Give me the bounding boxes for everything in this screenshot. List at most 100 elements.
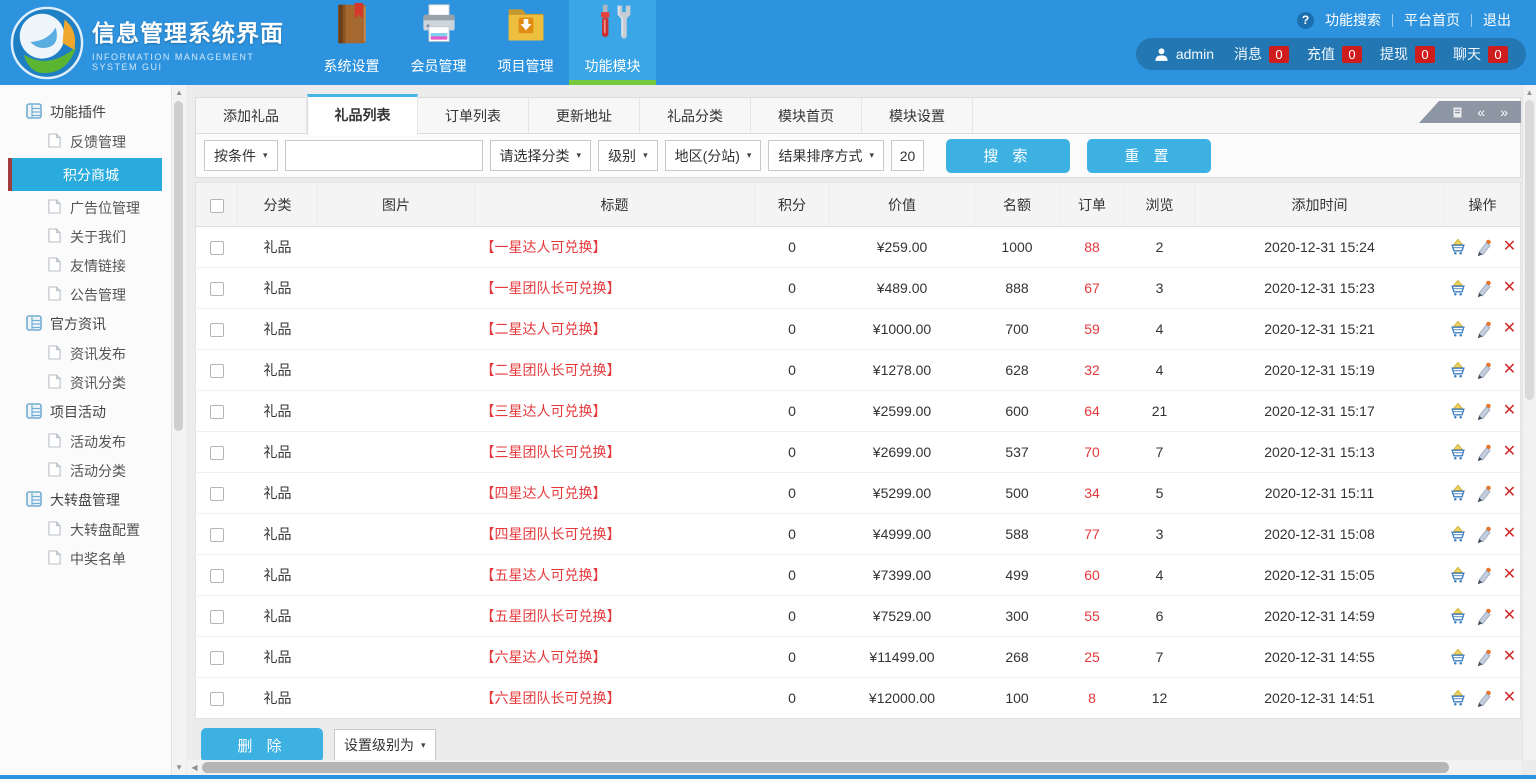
row-checkbox[interactable]	[210, 446, 224, 460]
sidebar-group-1[interactable]: 功能插件	[0, 97, 171, 127]
scroll-up-icon[interactable]: ▲	[1523, 88, 1536, 97]
delete-icon[interactable]: ✕	[1501, 238, 1519, 256]
row-checkbox[interactable]	[210, 487, 224, 501]
scroll-tabs-left-icon[interactable]: «	[1477, 105, 1485, 119]
sidebar-item[interactable]: 公告管理	[0, 280, 171, 309]
row-checkbox[interactable]	[210, 364, 224, 378]
sidebar-item[interactable]: 反馈管理	[0, 127, 171, 156]
scroll-down-icon[interactable]: ▼	[172, 763, 186, 772]
sidebar-group-4[interactable]: 大转盘管理	[0, 485, 171, 515]
top-link-logout[interactable]: 退出	[1483, 10, 1511, 30]
cart-icon[interactable]	[1449, 525, 1467, 543]
reset-button[interactable]: 重 置	[1087, 139, 1211, 173]
row-checkbox[interactable]	[210, 282, 224, 296]
sidebar-item[interactable]: 友情链接	[0, 251, 171, 280]
category-select[interactable]: 请选择分类▾	[490, 140, 592, 171]
select-all-checkbox[interactable]	[210, 199, 224, 213]
cart-icon[interactable]	[1449, 484, 1467, 502]
cell-title[interactable]: 【一星团队长可兑换】	[475, 268, 755, 309]
cell-title[interactable]: 【四星达人可兑换】	[475, 473, 755, 514]
search-button[interactable]: 搜 索	[946, 139, 1070, 173]
edit-icon[interactable]	[1475, 566, 1493, 584]
edit-icon[interactable]	[1475, 402, 1493, 420]
sidebar-item[interactable]: 中奖名单	[0, 544, 171, 573]
cart-icon[interactable]	[1449, 238, 1467, 256]
scroll-tabs-right-icon[interactable]: »	[1500, 105, 1508, 119]
row-checkbox[interactable]	[210, 651, 224, 665]
row-checkbox[interactable]	[210, 610, 224, 624]
delete-icon[interactable]: ✕	[1501, 320, 1519, 338]
cell-title[interactable]: 【二星达人可兑换】	[475, 309, 755, 350]
cell-title[interactable]: 【三星团队长可兑换】	[475, 432, 755, 473]
cart-icon[interactable]	[1449, 402, 1467, 420]
cell-title[interactable]: 【三星达人可兑换】	[475, 391, 755, 432]
tab-5[interactable]: 礼品分类	[640, 98, 751, 133]
row-checkbox[interactable]	[210, 241, 224, 255]
vertical-scrollbar[interactable]: ▲	[1522, 85, 1536, 760]
vertical-scrollbar-thumb[interactable]	[1525, 100, 1534, 400]
tab-3[interactable]: 订单列表	[418, 98, 529, 133]
row-checkbox[interactable]	[210, 528, 224, 542]
delete-icon[interactable]: ✕	[1501, 607, 1519, 625]
row-checkbox[interactable]	[210, 323, 224, 337]
sidebar-item[interactable]: 资讯发布	[0, 339, 171, 368]
top-link-platform-home[interactable]: 平台首页	[1404, 10, 1460, 30]
tab-4[interactable]: 更新地址	[529, 98, 640, 133]
sidebar-group-2[interactable]: 官方资讯	[0, 309, 171, 339]
delete-button[interactable]: 删 除	[201, 728, 323, 762]
edit-icon[interactable]	[1475, 607, 1493, 625]
region-select[interactable]: 地区(分站)▾	[665, 140, 762, 171]
delete-icon[interactable]: ✕	[1501, 484, 1519, 502]
tab-6[interactable]: 模块首页	[751, 98, 862, 133]
edit-icon[interactable]	[1475, 279, 1493, 297]
set-level-select[interactable]: 设置级别为▾	[334, 729, 436, 762]
nav-item-member-management[interactable]: 会员管理	[395, 0, 482, 85]
edit-icon[interactable]	[1475, 361, 1493, 379]
cart-icon[interactable]	[1449, 361, 1467, 379]
condition-select[interactable]: 按条件▾	[204, 140, 278, 171]
cell-title[interactable]: 【五星团队长可兑换】	[475, 596, 755, 637]
cart-icon[interactable]	[1449, 320, 1467, 338]
cart-icon[interactable]	[1449, 689, 1467, 707]
cell-title[interactable]: 【六星团队长可兑换】	[475, 678, 755, 719]
cell-title[interactable]: 【六星达人可兑换】	[475, 637, 755, 678]
tab-2[interactable]: 礼品列表	[307, 94, 418, 135]
cart-icon[interactable]	[1449, 566, 1467, 584]
question-icon[interactable]: ?	[1297, 12, 1314, 29]
delete-icon[interactable]: ✕	[1501, 525, 1519, 543]
horizontal-scrollbar[interactable]: ◀	[187, 760, 1521, 775]
stat-label[interactable]: 充值	[1307, 44, 1335, 64]
recharge-count-badge[interactable]: 0	[1342, 46, 1362, 63]
cart-icon[interactable]	[1449, 279, 1467, 297]
edit-icon[interactable]	[1475, 525, 1493, 543]
chat-count-badge[interactable]: 0	[1488, 46, 1508, 63]
tab-7[interactable]: 模块设置	[862, 98, 973, 133]
edit-icon[interactable]	[1475, 648, 1493, 666]
delete-icon[interactable]: ✕	[1501, 402, 1519, 420]
cell-title[interactable]: 【一星达人可兑换】	[475, 227, 755, 268]
scroll-left-icon[interactable]: ◀	[187, 763, 202, 772]
sidebar-scrollbar-thumb[interactable]	[174, 101, 183, 431]
level-select[interactable]: 级别▾	[598, 140, 658, 171]
row-checkbox[interactable]	[210, 569, 224, 583]
cell-title[interactable]: 【四星团队长可兑换】	[475, 514, 755, 555]
tab-list-icon[interactable]	[1453, 107, 1462, 118]
sidebar-item[interactable]: 积分商城	[8, 158, 162, 191]
top-link-function-search[interactable]: 功能搜索	[1325, 10, 1381, 30]
edit-icon[interactable]	[1475, 484, 1493, 502]
sidebar-item[interactable]: 活动发布	[0, 427, 171, 456]
delete-icon[interactable]: ✕	[1501, 566, 1519, 584]
delete-icon[interactable]: ✕	[1501, 443, 1519, 461]
sidebar-item[interactable]: 活动分类	[0, 456, 171, 485]
edit-icon[interactable]	[1475, 238, 1493, 256]
delete-icon[interactable]: ✕	[1501, 361, 1519, 379]
cell-title[interactable]: 【五星达人可兑换】	[475, 555, 755, 596]
cell-title[interactable]: 【二星团队长可兑换】	[475, 350, 755, 391]
delete-icon[interactable]: ✕	[1501, 279, 1519, 297]
edit-icon[interactable]	[1475, 689, 1493, 707]
scroll-up-icon[interactable]: ▲	[172, 88, 186, 97]
nav-item-system-settings[interactable]: 系统设置	[308, 0, 395, 85]
page-size-input[interactable]	[891, 140, 924, 171]
stat-label[interactable]: 提现	[1380, 44, 1408, 64]
sidebar-group-3[interactable]: 项目活动	[0, 397, 171, 427]
